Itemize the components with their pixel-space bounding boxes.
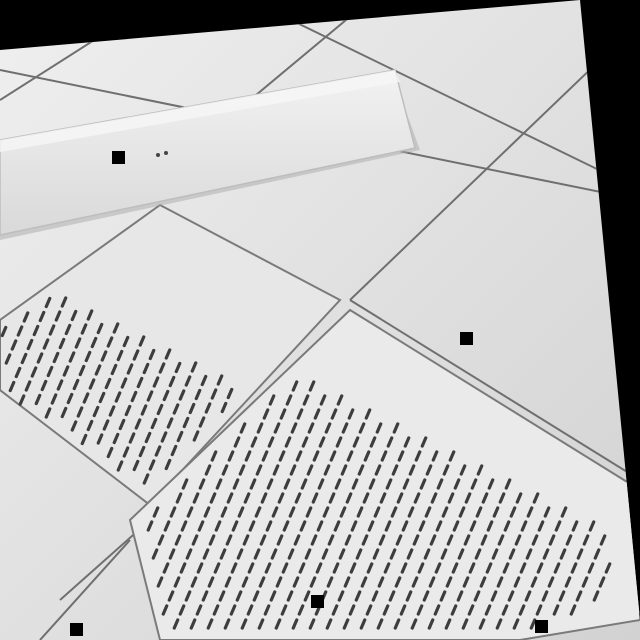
marker-square xyxy=(535,620,548,633)
marker-square xyxy=(460,332,473,345)
marker-square xyxy=(70,623,83,636)
photo-scene xyxy=(0,0,640,640)
marker-square xyxy=(112,151,125,164)
board-hole xyxy=(156,153,160,157)
photo-content xyxy=(0,0,640,640)
marker-square xyxy=(311,595,324,608)
board-hole xyxy=(164,151,168,155)
